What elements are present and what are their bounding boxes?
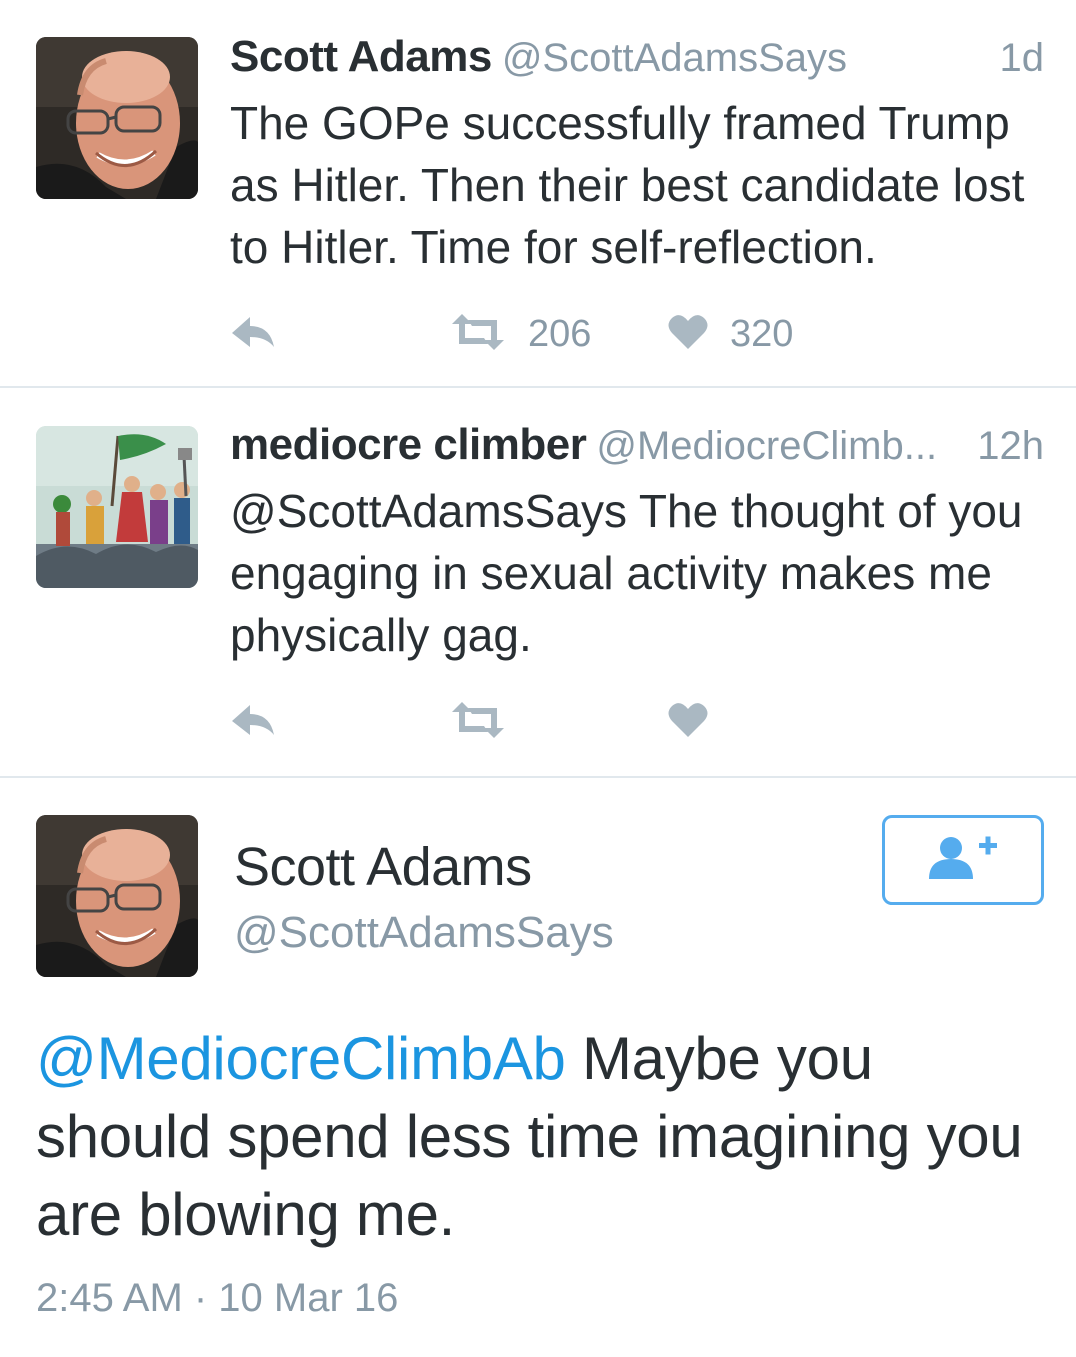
tweet-item[interactable]: Scott Adams @ScottAdamsSays 1d The GOPe s… (0, 0, 1076, 386)
heart-icon (668, 702, 708, 742)
author-handle[interactable]: @MediocreClimb... (596, 424, 937, 468)
author-name[interactable]: Scott Adams (230, 32, 492, 81)
author-handle[interactable]: @ScottAdamsSays (234, 908, 614, 958)
tweet-actions: 206 320 (230, 306, 930, 362)
tweet-text: The GOPe successfully framed Trump as Hi… (230, 97, 1025, 273)
retweet-icon (450, 314, 506, 354)
tweet-item[interactable]: mediocre climber @MediocreClimb... 12h @S… (0, 388, 1076, 776)
follow-button[interactable] (882, 815, 1044, 905)
author-name[interactable]: mediocre climber (230, 420, 587, 469)
add-user-icon (923, 835, 1003, 885)
retweet-icon (450, 702, 506, 742)
tweet-timestamp[interactable]: 2:45 AM · 10 Mar 16 (36, 1276, 398, 1321)
tweet-detail: Scott Adams @ScottAdamsSays @MediocreCli… (0, 778, 1076, 1357)
avatar[interactable] (36, 426, 198, 588)
mention-link[interactable]: @MediocreClimbAb (36, 1025, 566, 1092)
retweet-button[interactable]: 206 (450, 306, 591, 362)
like-button[interactable] (668, 694, 730, 750)
retweet-button[interactable] (450, 694, 528, 750)
retweet-count: 206 (528, 312, 592, 355)
heart-icon (668, 314, 708, 354)
reply-icon (230, 701, 276, 743)
reply-icon (230, 313, 276, 355)
tweet-header: Scott Adams @ScottAdamsSays 1d (230, 32, 1046, 92)
reply-button[interactable] (230, 306, 276, 362)
tweet-text: @ScottAdamsSays The thought of you engag… (230, 485, 1023, 661)
author-handle[interactable]: @ScottAdamsSays (502, 36, 847, 80)
avatar[interactable] (36, 37, 198, 199)
tweet-time[interactable]: 12h (977, 424, 1044, 469)
avatar[interactable] (36, 815, 198, 977)
tweet-thread: Scott Adams @ScottAdamsSays 1d The GOPe s… (0, 0, 1076, 1357)
tweet-time[interactable]: 1d (1000, 36, 1045, 81)
tweet-text: @MediocreClimbAb Maybe you should spend … (36, 1020, 1046, 1254)
like-button[interactable]: 320 (668, 306, 793, 362)
like-count: 320 (730, 312, 794, 355)
reply-button[interactable] (230, 694, 276, 750)
tweet-actions (230, 694, 930, 750)
tweet-header: mediocre climber @MediocreClimb... 12h (230, 420, 1046, 480)
author-name[interactable]: Scott Adams (234, 836, 532, 898)
